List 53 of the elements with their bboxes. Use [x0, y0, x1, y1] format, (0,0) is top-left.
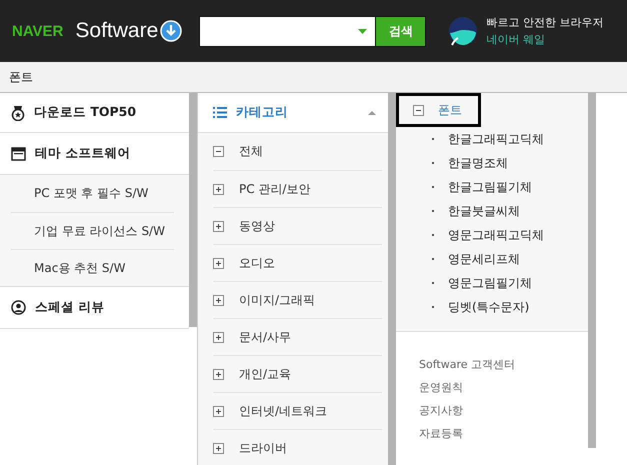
category-item[interactable]: 문서/사무 [239, 328, 292, 346]
font-category-link[interactable]: 한글그래픽고딕체 [448, 130, 544, 148]
expand-icon[interactable] [213, 184, 224, 194]
category-item[interactable]: 전체 [239, 143, 263, 160]
expand-icon[interactable] [213, 368, 224, 380]
expand-icon[interactable] [213, 332, 224, 342]
footer-link[interactable]: Software 고객센터 [419, 357, 588, 372]
expand-icon[interactable] [213, 294, 224, 306]
window-icon [11, 146, 26, 160]
user-icon [11, 300, 26, 315]
expand-icon[interactable] [213, 220, 224, 232]
category-item[interactable]: PC 관리/보안 [239, 180, 310, 198]
category-header[interactable]: 카테고리 [198, 93, 388, 133]
category-item[interactable]: 드라이버 [239, 440, 287, 456]
breadcrumb: 폰트 [9, 68, 33, 86]
footer-link[interactable]: 공지사항 [419, 403, 588, 418]
collapse-caret-icon[interactable] [368, 110, 376, 114]
whale-icon[interactable] [448, 16, 478, 46]
category-item[interactable]: 이미지/그래픽 [239, 292, 316, 308]
collapse-icon[interactable] [213, 146, 224, 157]
font-category-link[interactable]: 영문세리프체 [448, 250, 520, 268]
expand-icon[interactable] [213, 258, 224, 268]
naver-logo[interactable]: NAVER [12, 22, 64, 40]
scrollbar[interactable] [388, 93, 396, 465]
tree-item[interactable]: 폰트 [396, 93, 481, 127]
scrollbar[interactable] [189, 93, 197, 327]
font-category-link[interactable]: 한글명조체 [448, 154, 508, 172]
footer-link[interactable]: 자료등록 [419, 426, 588, 441]
submenu-item[interactable]: Mac용 추천 S/W [11, 249, 174, 286]
submenu-item[interactable]: 기업 무료 라이선스 S/W [11, 212, 174, 249]
category-item[interactable]: 개인/교육 [239, 366, 292, 382]
collapse-icon[interactable] [413, 104, 424, 116]
category-item[interactable]: 인터넷/네트워크 [239, 402, 328, 420]
software-logo[interactable]: Software [75, 19, 158, 43]
submenu-item[interactable]: PC 포맷 후 필수 S/W [11, 175, 174, 212]
category-item[interactable]: 오디오 [239, 254, 275, 272]
font-category-link[interactable]: 한글그림필기체 [448, 178, 532, 196]
search-field[interactable] [199, 16, 376, 46]
font-category-link[interactable]: 영문그림필기체 [448, 274, 532, 292]
list-icon [213, 107, 227, 118]
scrollbar[interactable] [588, 93, 596, 448]
promo-link[interactable]: 네이버 웨일 [486, 32, 604, 47]
font-category-link[interactable]: 한글붓글씨체 [448, 202, 520, 220]
expand-icon[interactable] [213, 442, 224, 454]
font-category-link[interactable]: 영문그래픽고딕체 [448, 226, 544, 244]
footer-link[interactable]: 운영원칙 [419, 380, 588, 395]
medal-icon [11, 104, 25, 120]
category-item[interactable]: 동영상 [239, 218, 275, 234]
promo-text[interactable]: 빠르고 안전한 브라우저 [486, 15, 604, 30]
download-icon [160, 20, 182, 42]
expand-icon[interactable] [213, 406, 224, 416]
dropdown-caret-icon[interactable] [358, 28, 368, 34]
font-category-link[interactable]: 딩벳(특수문자) [448, 298, 530, 316]
